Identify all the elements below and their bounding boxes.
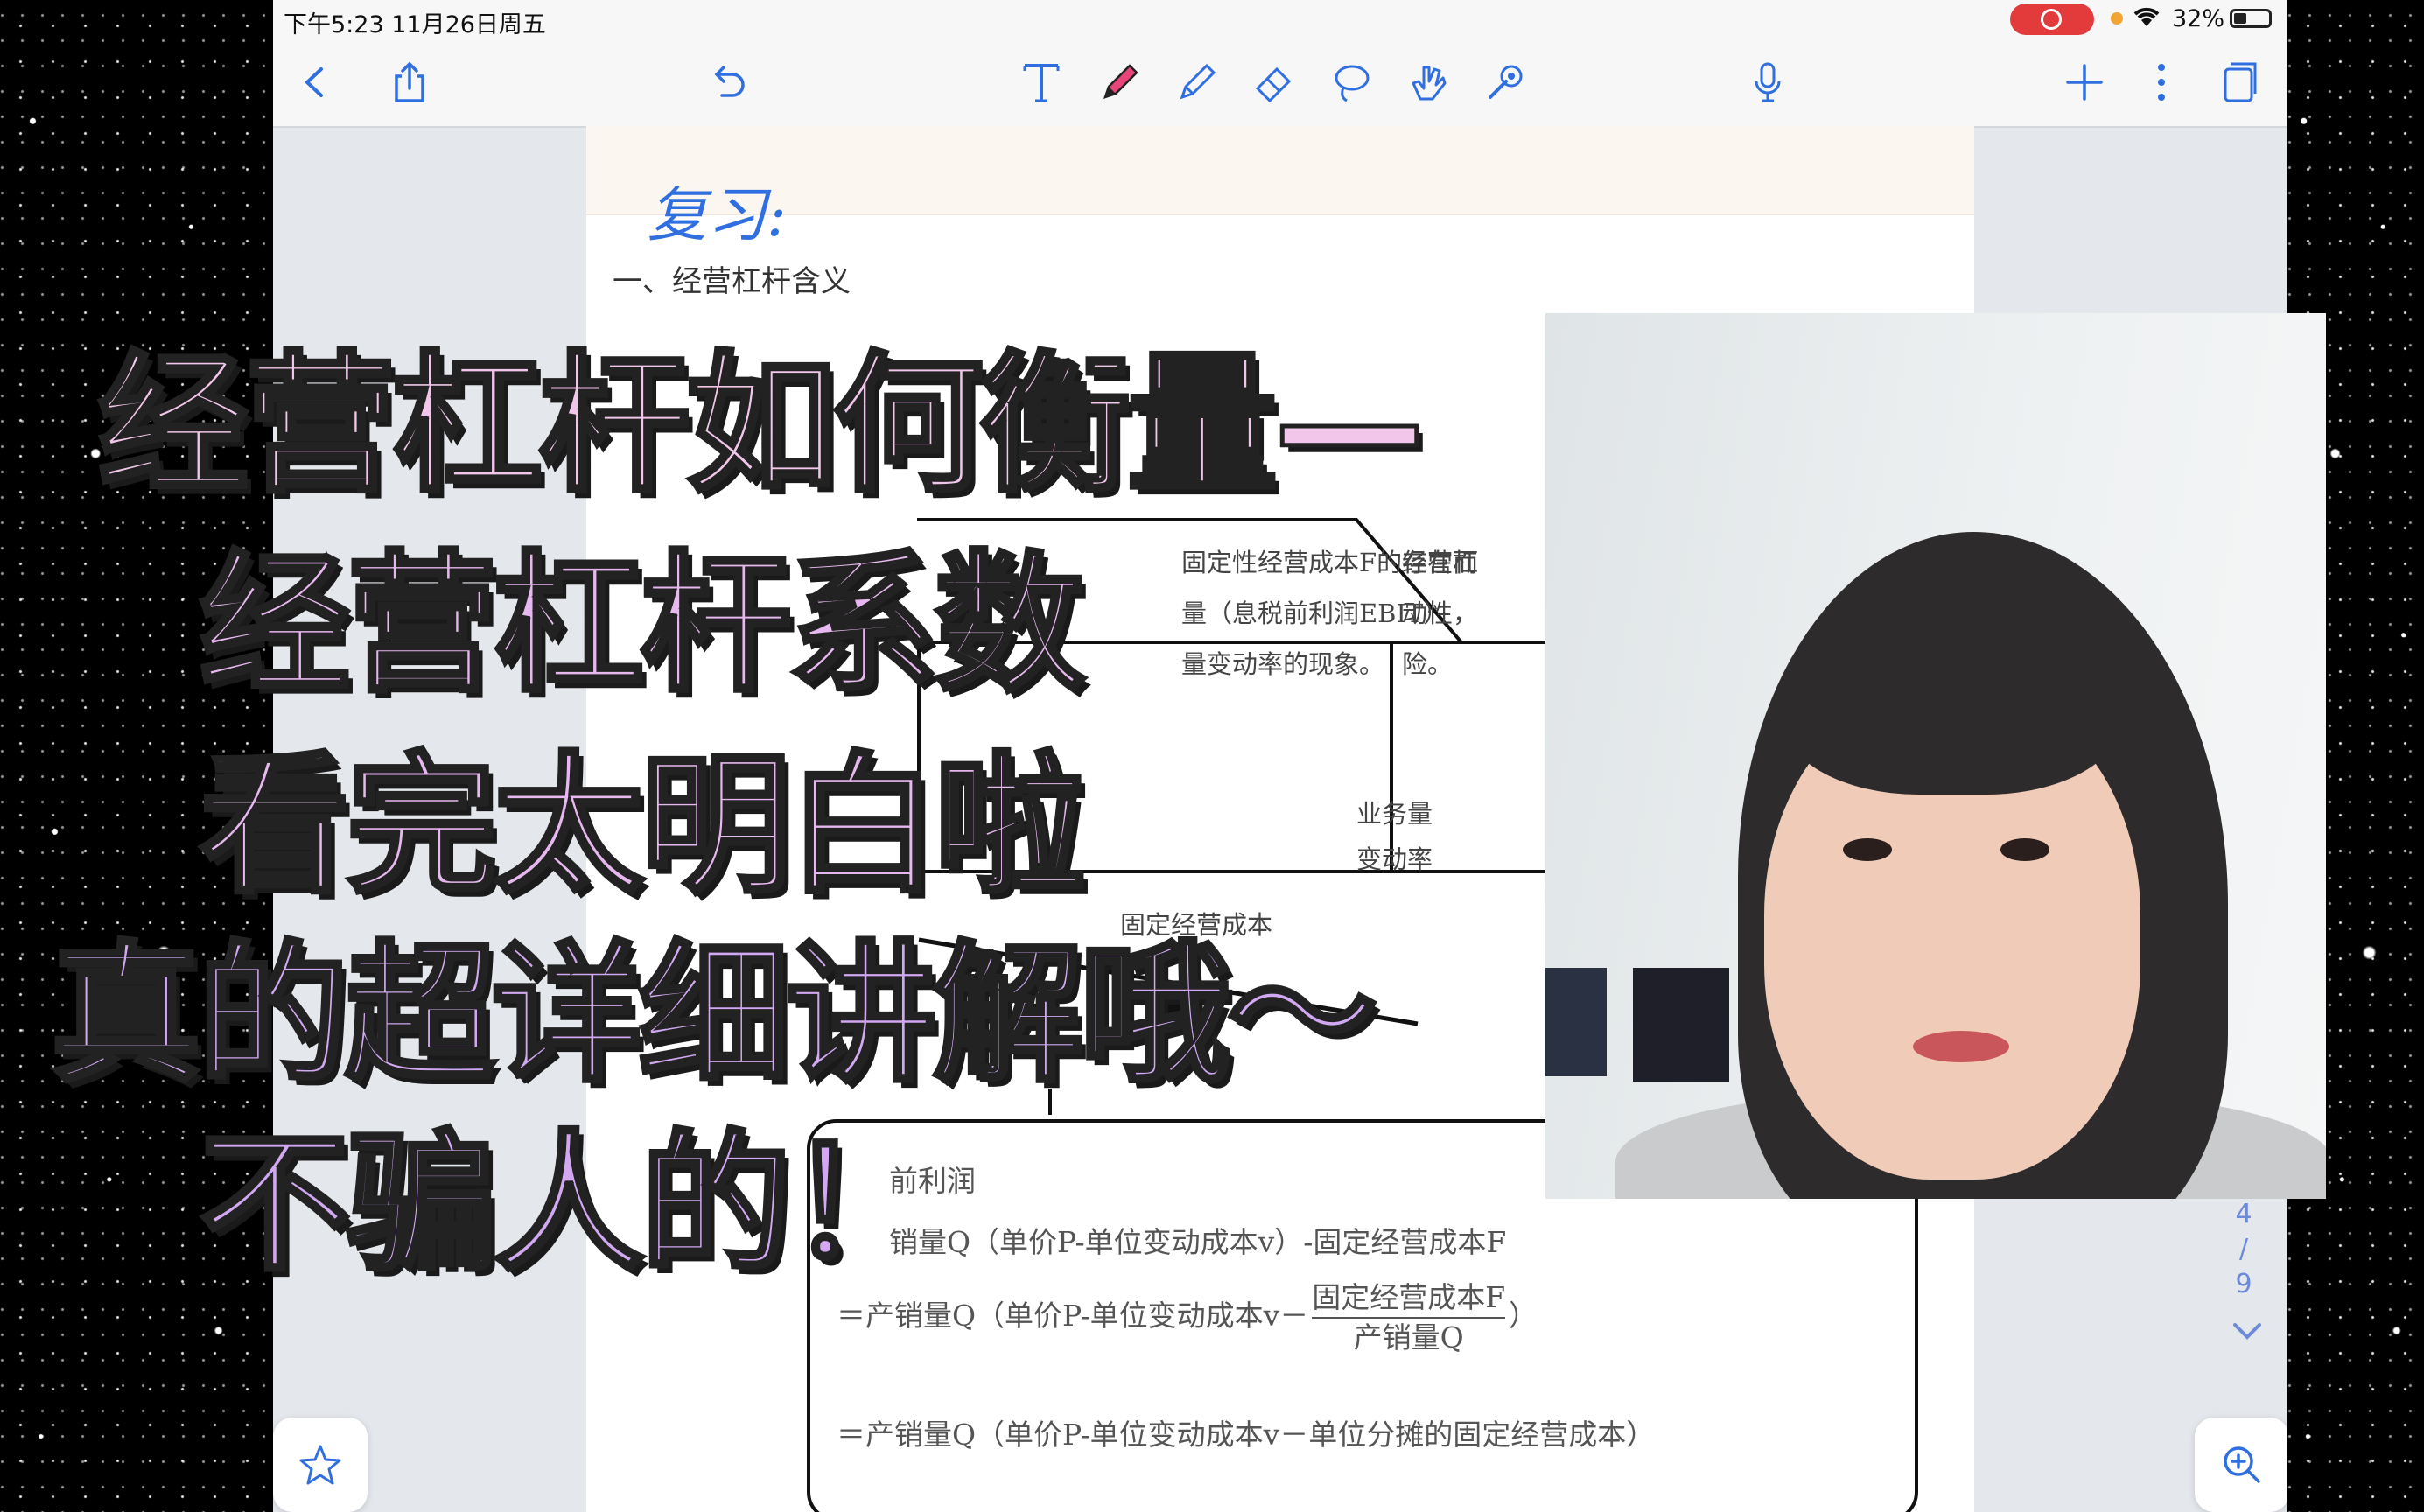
- star-icon: [299, 1445, 341, 1485]
- battery-percent: 32%: [2172, 5, 2225, 32]
- formula-line-3: ＝产销量Q（单价P-单位变动成本v－ 固定经营成本F 产销量Q）: [837, 1280, 1538, 1354]
- formula-line-2: 销量Q（单价P-单位变动成本v）-固定经营成本F: [889, 1225, 1507, 1259]
- wifi-icon: [2132, 4, 2161, 34]
- add-icon[interactable]: [2056, 54, 2112, 110]
- chevron-down-icon[interactable]: [2230, 1312, 2265, 1353]
- laser-pointer-icon[interactable]: [1477, 54, 1533, 110]
- lasso-icon[interactable]: [1323, 54, 1379, 110]
- caption-line-2: 经营杠杆系数: [198, 536, 1088, 712]
- mic-indicator-icon: [2111, 12, 2123, 24]
- battery-icon: [2230, 9, 2272, 28]
- presenter-eye: [1843, 838, 1892, 861]
- status-bar: 下午5:23 11月26日周五 32%: [273, 0, 2287, 38]
- toolbar: [273, 38, 2287, 128]
- zoom-in-icon: [2224, 1446, 2260, 1483]
- zoom-button[interactable]: [2195, 1418, 2287, 1512]
- hand-icon[interactable]: [1400, 54, 1456, 110]
- back-icon[interactable]: [287, 54, 343, 110]
- highlighter-icon[interactable]: [1169, 54, 1225, 110]
- caption-line-3: 看完太明白啦: [198, 738, 1088, 914]
- undo-icon[interactable]: [700, 54, 756, 110]
- wall-poster: [1633, 968, 1729, 1082]
- presenter-fringe: [1782, 602, 2123, 794]
- presenter-lips: [1913, 1031, 2009, 1062]
- caption-line-1: 经营杠杆如何衡量—: [96, 337, 1427, 513]
- status-time: 下午5:23 11月26日周五: [284, 11, 546, 38]
- page-header-band: [586, 126, 1974, 215]
- caption-line-5: 不骗人的！: [198, 1116, 941, 1292]
- screen-recording-icon[interactable]: [2010, 4, 2094, 35]
- pages-icon[interactable]: [2210, 54, 2266, 110]
- microphone-icon[interactable]: [1740, 54, 1796, 110]
- webcam-overlay: [1545, 313, 2326, 1199]
- pen-icon[interactable]: [1092, 54, 1148, 110]
- handwritten-note: 复习:: [648, 181, 787, 250]
- favorite-star-button[interactable]: [273, 1418, 368, 1512]
- page-indicator: 4 / 9: [2235, 1199, 2252, 1299]
- lever-right-label: 业务量 变动率: [1356, 799, 1433, 874]
- more-icon[interactable]: [2133, 54, 2189, 110]
- eraser-icon[interactable]: [1246, 54, 1302, 110]
- caption-line-4: 真的超详细讲解哦～: [49, 927, 1380, 1102]
- share-icon[interactable]: [382, 54, 438, 110]
- text-tool-icon[interactable]: [1013, 54, 1069, 110]
- formula-line-4: ＝产销量Q（单价P-单位变动成本v－单位分摊的固定经营成本）: [837, 1418, 1656, 1452]
- wall-poster: [1545, 968, 1607, 1076]
- diagram-box-text-2: 经营杠 动性， 险。: [1402, 548, 1479, 679]
- presenter-eye: [2000, 838, 2049, 861]
- section-heading: 一、经营杠杆含义: [613, 264, 851, 299]
